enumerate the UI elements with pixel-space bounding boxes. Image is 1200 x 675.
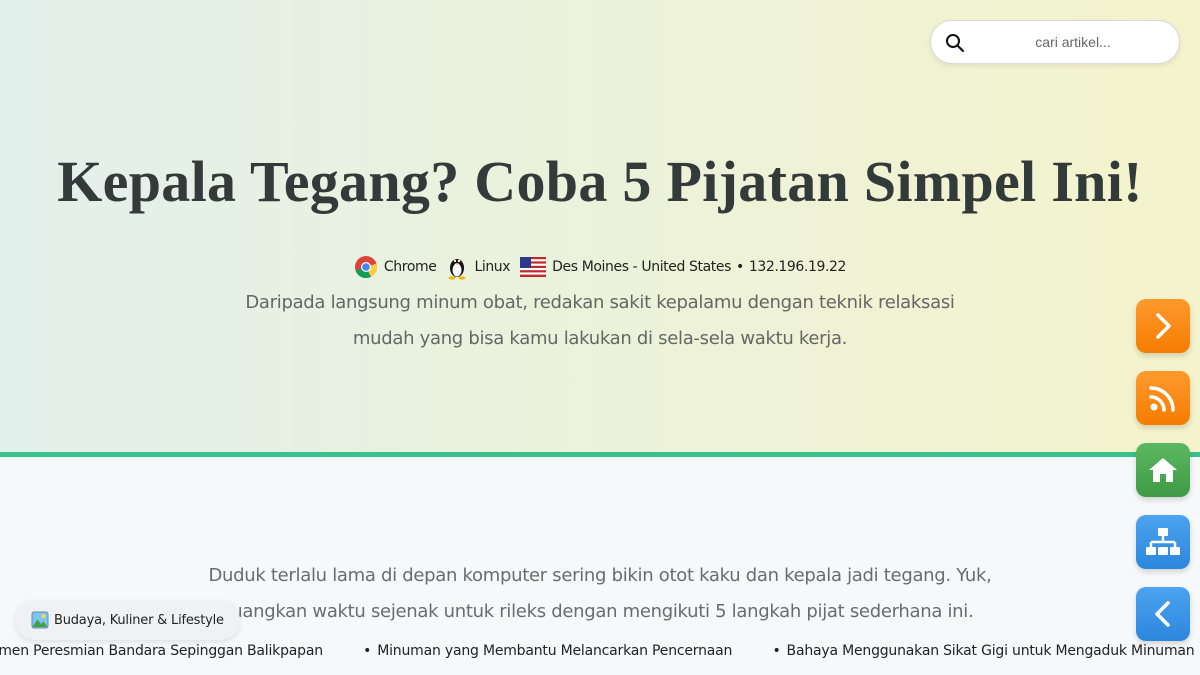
ip-address: 132.196.19.22	[748, 259, 847, 275]
ticker-bullet: •	[363, 643, 372, 659]
ticker-item[interactable]: • Bahaya Menggunakan Sikat Gigi untuk Men…	[772, 643, 1194, 659]
back-button[interactable]	[1136, 587, 1190, 641]
browser-info: Chrome	[354, 255, 437, 279]
sitemap-button[interactable]	[1136, 515, 1190, 569]
ticker-track: omen Peresmian Bandara Sepinggan Balikpa…	[0, 643, 1200, 659]
us-flag-icon	[520, 257, 547, 277]
ticker-item[interactable]: omen Peresmian Bandara Sepinggan Balikpa…	[0, 643, 323, 659]
os-info: Linux	[446, 254, 511, 280]
location-info: Des Moines - United States • 132.196.19.…	[520, 257, 846, 277]
ticker-bullet: •	[772, 643, 781, 659]
rss-icon	[1149, 386, 1175, 412]
search-input[interactable]	[975, 27, 1171, 57]
hero-divider	[0, 452, 1200, 457]
next-button[interactable]	[1136, 299, 1190, 353]
ticker-item-label: Minuman yang Membantu Melancarkan Pencer…	[377, 643, 733, 659]
search-box[interactable]	[930, 20, 1180, 64]
location-name: Des Moines - United States	[552, 259, 731, 275]
chevron-right-icon	[1156, 313, 1171, 339]
landscape-picture-icon	[31, 611, 49, 629]
hero-header	[0, 0, 1200, 452]
browser-name: Chrome	[383, 259, 437, 275]
category-label: Budaya, Kuliner & Lifestyle	[54, 612, 224, 628]
chevron-left-icon	[1155, 601, 1170, 627]
article-title: Kepala Tegang? Coba 5 Pijatan Simpel Ini…	[57, 149, 1143, 214]
ticker-item[interactable]: • Minuman yang Membantu Melancarkan Pence…	[363, 643, 732, 659]
ticker-item-label: Bahaya Menggunakan Sikat Gigi untuk Meng…	[786, 643, 1195, 659]
category-badge[interactable]: Budaya, Kuliner & Lifestyle	[15, 600, 240, 640]
news-ticker: omen Peresmian Bandara Sepinggan Balikpa…	[0, 643, 1200, 663]
linux-tux-icon	[448, 259, 466, 280]
sitemap-icon	[1146, 528, 1180, 555]
home-icon	[1149, 458, 1177, 482]
home-button[interactable]	[1136, 443, 1190, 497]
search-icon[interactable]	[945, 33, 965, 53]
rss-button[interactable]	[1136, 371, 1190, 425]
meta-separator: •	[735, 259, 744, 275]
os-name: Linux	[474, 259, 511, 275]
chrome-icon	[354, 256, 377, 279]
visitor-info: Chrome Linux Des Moines - United States …	[0, 254, 1200, 280]
article-intro: Duduk terlalu lama di depan komputer ser…	[208, 565, 992, 622]
article-subtitle: Daripada langsung minum obat, redakan sa…	[245, 292, 955, 349]
ticker-item-label: omen Peresmian Bandara Sepinggan Balikpa…	[0, 643, 323, 659]
